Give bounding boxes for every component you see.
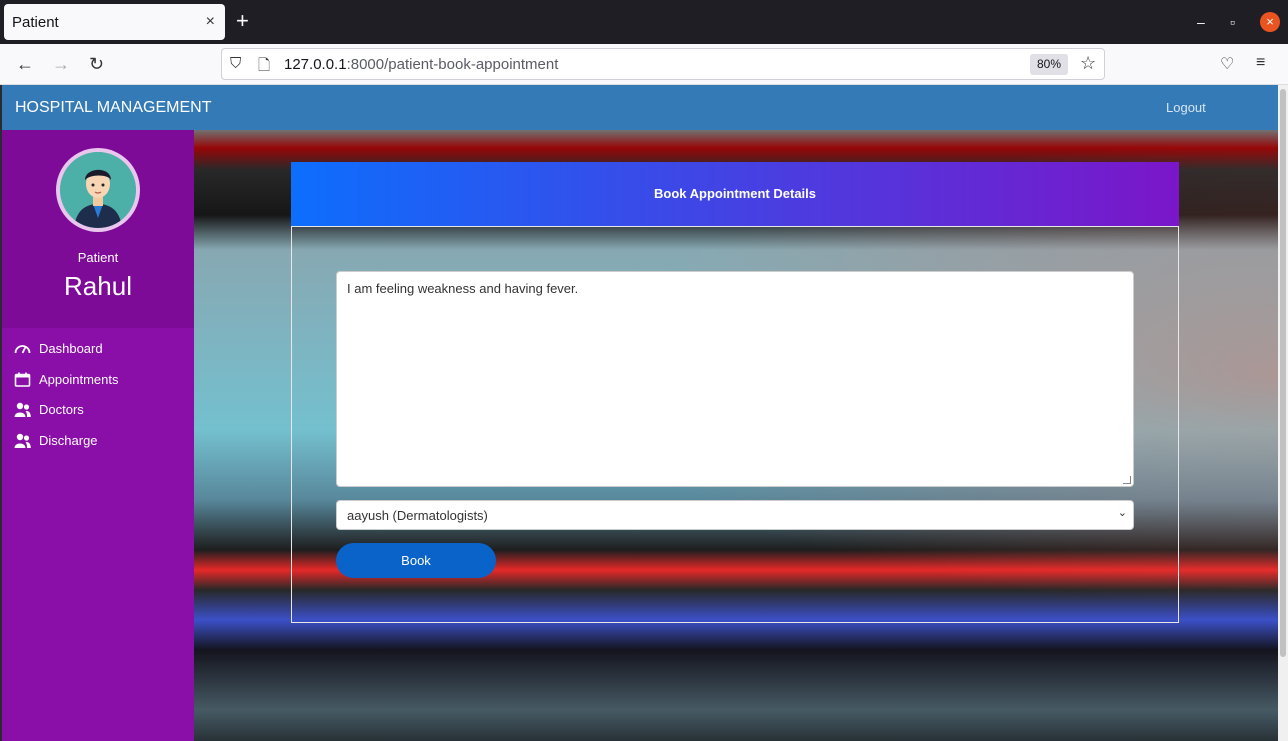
sidebar-item-label: Doctors [39, 401, 84, 417]
logout-link[interactable]: Logout [1166, 100, 1206, 115]
chevron-down-icon: ⌄ [1117, 507, 1127, 519]
symptoms-text: I am feeling weakness and having fever. [347, 281, 579, 296]
users-icon [14, 402, 31, 417]
menu-icon[interactable]: ≡ [1256, 54, 1265, 72]
card-body: I am feeling weakness and having fever. … [291, 226, 1179, 623]
main-content: Book Appointment Details I am feeling we… [194, 130, 1278, 741]
forward-icon[interactable]: → [52, 54, 70, 74]
browser-navbar: ← → ↻ ⛉ 🗋 127.0.0.1:8000/patient-book-ap… [0, 44, 1288, 85]
scrollbar-thumb[interactable] [1280, 89, 1286, 657]
new-tab-icon[interactable]: + [236, 10, 249, 32]
pocket-icon[interactable]: ♡ [1220, 54, 1234, 74]
sidebar: Patient Rahul Dashboard Appointments Doc… [2, 130, 194, 741]
user-role: Patient [77, 250, 119, 265]
sidebar-item-doctors[interactable]: Doctors [14, 397, 84, 421]
url-path: :8000/patient-book-appointment [346, 56, 559, 73]
sidebar-item-appointments[interactable]: Appointments [14, 367, 119, 391]
shield-icon: ⛉ [230, 55, 242, 72]
sidebar-item-label: Appointments [39, 371, 119, 387]
top-navbar: HOSPITAL MANAGEMENT Logout [2, 85, 1278, 130]
address-bar[interactable]: ⛉ 🗋 127.0.0.1:8000/patient-book-appointm… [221, 48, 1105, 80]
browser-tabbar: Patient × + – ▫ × [0, 0, 1288, 44]
calendar-icon [14, 372, 31, 387]
tab-title: Patient [12, 14, 59, 31]
minimize-icon[interactable]: – [1197, 12, 1205, 32]
sidebar-item-dashboard[interactable]: Dashboard [14, 336, 103, 360]
web-page: HOSPITAL MANAGEMENT Logout Patient Rahul… [2, 85, 1278, 741]
url-text[interactable]: 127.0.0.1:8000/patient-book-appointment [284, 56, 558, 73]
book-button[interactable]: Book [336, 543, 496, 578]
sidebar-item-label: Dashboard [39, 340, 103, 356]
page-icon: 🗋 [258, 57, 271, 74]
back-icon[interactable]: ← [16, 54, 34, 74]
profile-panel: Patient Rahul [2, 130, 194, 328]
doctor-selected-value: aayush (Dermatologists) [347, 508, 488, 523]
bookmark-star-icon[interactable]: ☆ [1080, 53, 1096, 74]
user-name: Rahul [64, 271, 132, 301]
symptoms-textarea[interactable]: I am feeling weakness and having fever. [336, 271, 1134, 487]
maximize-icon[interactable]: ▫ [1230, 12, 1235, 32]
avatar [56, 148, 140, 232]
card-title: Book Appointment Details [653, 186, 817, 201]
users-icon [14, 433, 31, 448]
zoom-badge[interactable]: 80% [1030, 54, 1068, 75]
avatar-illustration-icon [60, 152, 136, 228]
url-host: 127.0.0.1 [284, 56, 347, 73]
resize-grip-icon[interactable] [1123, 476, 1131, 484]
app-brand[interactable]: HOSPITAL MANAGEMENT [15, 99, 211, 117]
speedometer-icon [14, 345, 31, 354]
browser-tab[interactable]: Patient × [4, 4, 225, 40]
sidebar-item-discharge[interactable]: Discharge [14, 428, 98, 452]
window-close-icon[interactable]: × [1260, 12, 1280, 32]
appointment-card: Book Appointment Details I am feeling we… [291, 162, 1179, 623]
card-header: Book Appointment Details [291, 162, 1179, 226]
doctor-select[interactable]: aayush (Dermatologists) ⌄ [336, 500, 1134, 530]
tab-close-icon[interactable]: × [206, 12, 215, 32]
reload-icon[interactable]: ↻ [89, 54, 104, 74]
sidebar-item-label: Discharge [39, 432, 98, 448]
page-scrollbar[interactable] [1278, 85, 1288, 741]
